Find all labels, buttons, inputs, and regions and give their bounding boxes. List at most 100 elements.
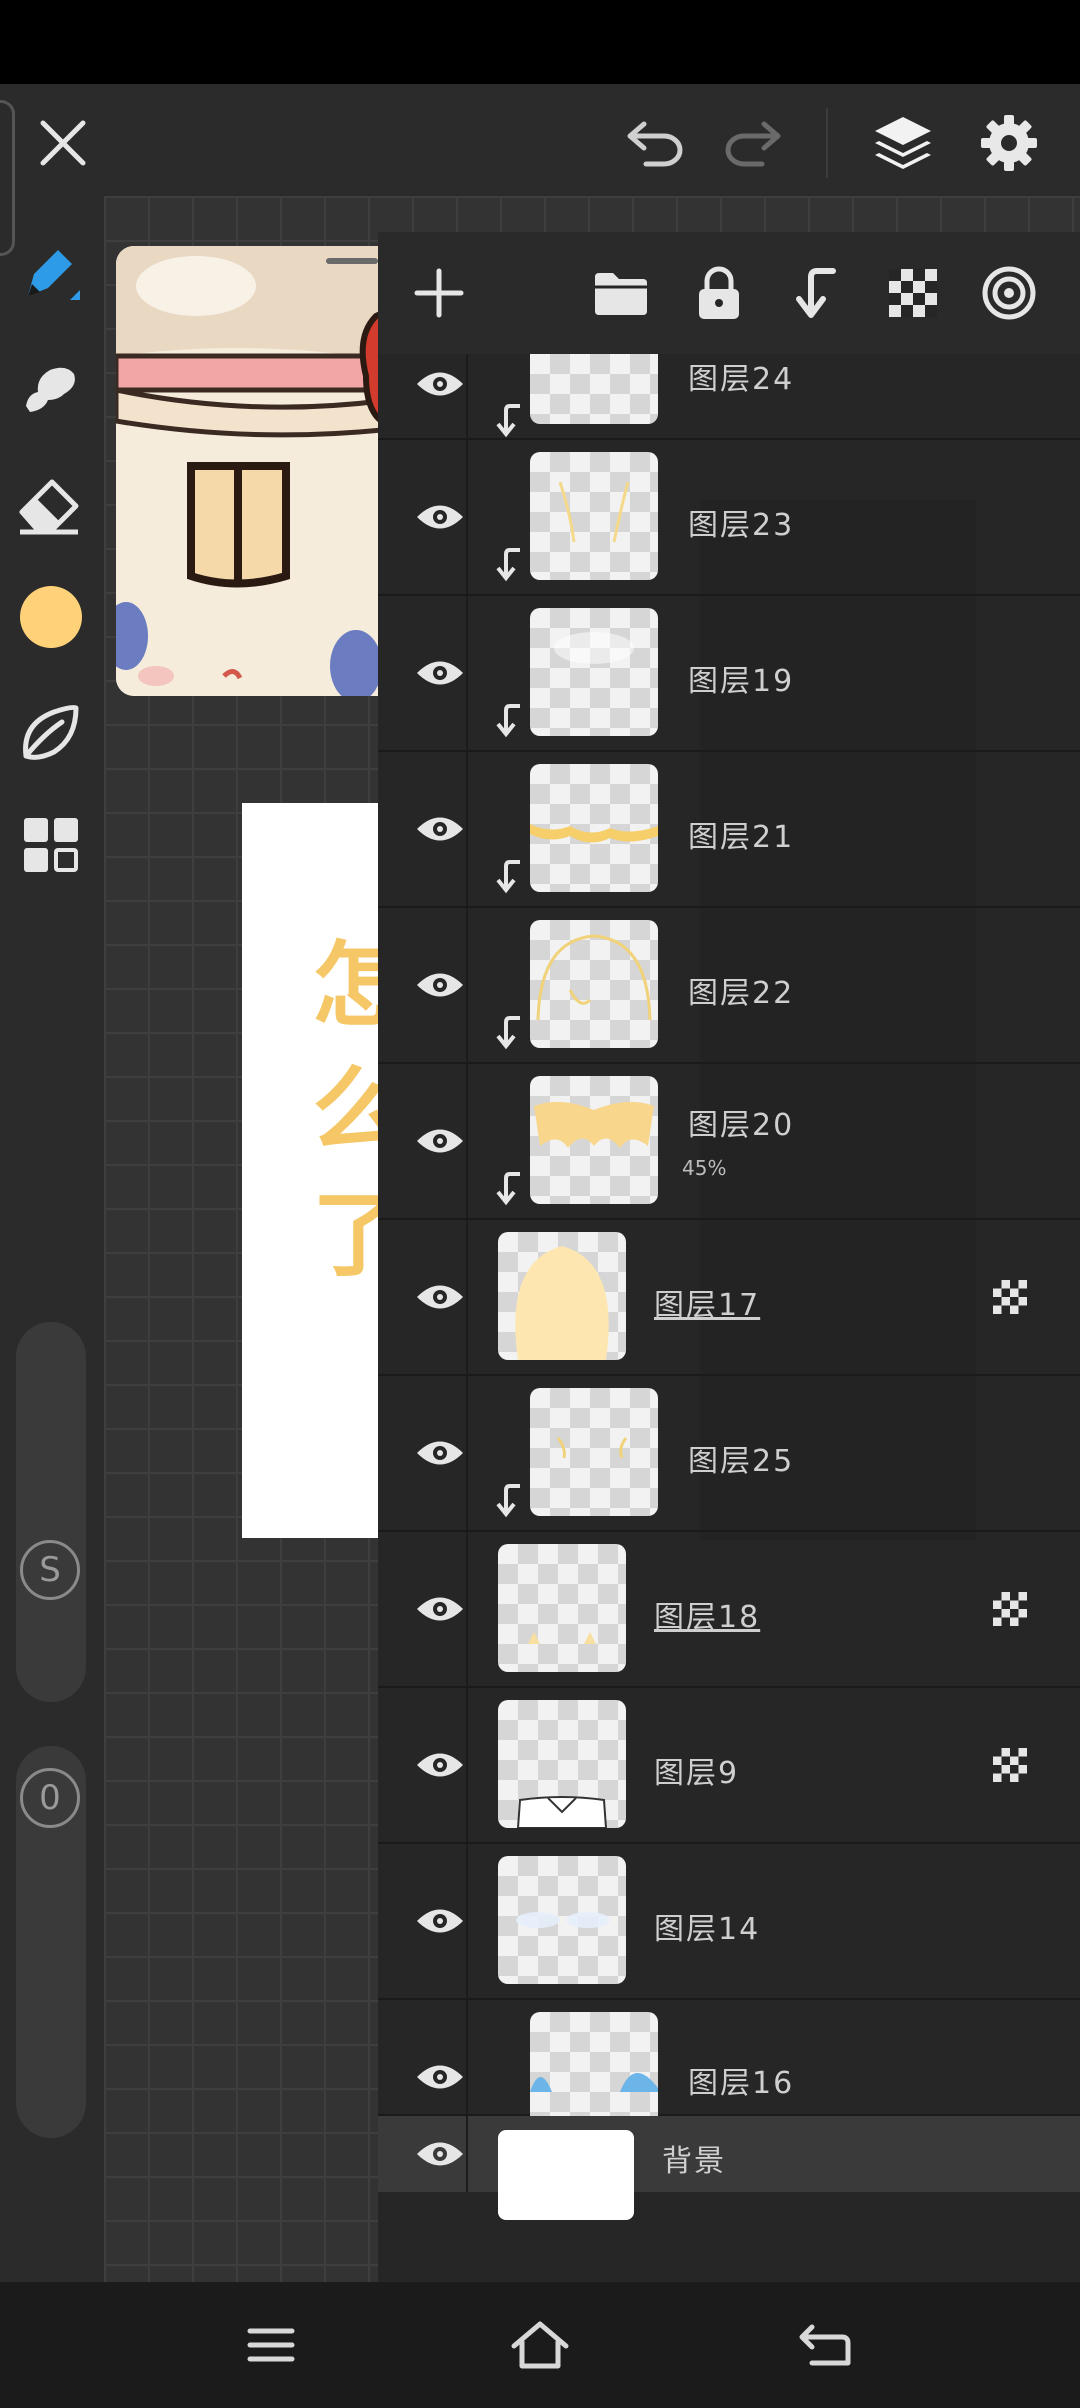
visibility-toggle[interactable]: [398, 801, 482, 857]
visibility-toggle[interactable]: [398, 1581, 482, 1637]
eraser-tool-button[interactable]: [14, 468, 84, 538]
home-icon: [511, 2321, 569, 2369]
layer-name: 图层24: [688, 362, 795, 397]
visibility-toggle[interactable]: [398, 356, 482, 412]
folder-icon: [595, 273, 647, 315]
color-swatch[interactable]: [20, 586, 82, 648]
visibility-toggle[interactable]: [398, 1737, 482, 1793]
eye-icon: [417, 1129, 463, 1153]
layer-row[interactable]: 图层18: [378, 1532, 1080, 1688]
layer-name: 图层25: [688, 1444, 795, 1479]
gallery-button[interactable]: [20, 814, 82, 876]
layer-name: 图层17: [654, 1288, 761, 1323]
plus-icon: [414, 268, 464, 318]
row-divider: [466, 596, 468, 750]
background-thumbnail-bottom: [498, 2192, 634, 2220]
row-divider: [466, 1688, 468, 1842]
layer-row[interactable]: 图层16: [378, 2000, 1080, 2116]
eye-icon: [417, 973, 463, 997]
brush-library-button[interactable]: [14, 698, 84, 768]
layer-row[interactable]: 图层19: [378, 596, 1080, 752]
brush-size-slider[interactable]: [16, 1322, 86, 1702]
layer-thumbnail: [498, 1700, 626, 1828]
eye-icon: [417, 1441, 463, 1465]
reference-image[interactable]: [116, 246, 416, 696]
smudge-tool-button[interactable]: [14, 354, 84, 424]
layer-name: 图层16: [688, 2066, 795, 2101]
undo-button[interactable]: [622, 110, 688, 176]
layer-row[interactable]: 图层9: [378, 1688, 1080, 1844]
layer-name: 图层18: [654, 1600, 761, 1635]
layers-icon: [875, 117, 931, 169]
visibility-toggle[interactable]: [398, 957, 482, 1013]
visibility-toggle[interactable]: [398, 645, 482, 701]
layer-row[interactable]: 图层22: [378, 908, 1080, 1064]
row-divider: [466, 2000, 468, 2114]
layer-row[interactable]: 图层17: [378, 1220, 1080, 1376]
menu-nav-button[interactable]: [236, 2310, 306, 2380]
layers-button[interactable]: [870, 110, 936, 176]
layer-name: 图层9: [654, 1756, 740, 1791]
grid-icon: [24, 818, 78, 872]
target-icon: [982, 266, 1036, 320]
visibility-toggle[interactable]: [398, 1425, 482, 1481]
layer-row-selected[interactable]: 背景: [378, 2116, 1080, 2218]
layer-name: 图层21: [688, 820, 795, 855]
back-nav-button[interactable]: [790, 2310, 860, 2380]
add-layer-button[interactable]: [404, 258, 474, 328]
settings-button[interactable]: [976, 110, 1042, 176]
brush-size-badge: S: [20, 1540, 80, 1600]
visibility-toggle[interactable]: [398, 1113, 482, 1169]
checkerboard-icon: [889, 269, 937, 317]
brush-tool-button[interactable]: [14, 238, 84, 308]
visibility-toggle[interactable]: [398, 1269, 482, 1325]
layer-row[interactable]: 图层25: [378, 1376, 1080, 1532]
layer-row[interactable]: 图层24: [378, 354, 1080, 440]
artwork-text: 怎么了: [312, 932, 382, 1289]
layer-name: 图层22: [688, 976, 795, 1011]
alpha-lock-icon: [993, 1592, 1027, 1626]
gear-icon: [981, 115, 1037, 171]
eye-icon: [417, 2142, 463, 2166]
visibility-toggle[interactable]: [398, 1893, 482, 1949]
reference-layer-button[interactable]: [974, 258, 1044, 328]
layer-row[interactable]: 图层21: [378, 752, 1080, 908]
alpha-lock-icon: [993, 1748, 1027, 1782]
redo-icon: [725, 121, 781, 167]
close-button[interactable]: [30, 110, 96, 176]
panel-drag-handle[interactable]: [326, 258, 378, 264]
layer-row[interactable]: 图层20 45%: [378, 1064, 1080, 1220]
group-layers-button[interactable]: [586, 258, 656, 328]
back-icon: [799, 2324, 851, 2366]
eye-icon: [417, 661, 463, 685]
clip-arrow-icon: [496, 404, 520, 438]
row-divider: [466, 752, 468, 906]
layer-thumbnail: [498, 1856, 626, 1984]
visibility-toggle[interactable]: [398, 2049, 482, 2105]
clipping-mask-button[interactable]: [782, 258, 852, 328]
side-handle[interactable]: [0, 100, 15, 256]
leaf-icon: [23, 705, 79, 760]
eye-icon: [417, 1753, 463, 1777]
layer-thumbnail: [498, 1544, 626, 1672]
visibility-toggle[interactable]: [398, 489, 482, 545]
lock-layer-button[interactable]: [684, 258, 754, 328]
clip-arrow-icon: [496, 704, 520, 738]
artwork-canvas[interactable]: 怎么了: [242, 803, 382, 1538]
visibility-toggle[interactable]: [398, 2126, 482, 2182]
eraser-icon: [19, 479, 79, 535]
layer-thumbnail: [530, 2012, 658, 2116]
alpha-lock-button[interactable]: [878, 258, 948, 328]
redo-button[interactable]: [720, 110, 786, 176]
row-divider: [466, 1220, 468, 1374]
layer-thumbnail: [530, 764, 658, 892]
brush-opacity-badge: 0: [20, 1768, 80, 1828]
layer-row[interactable]: 图层14: [378, 1844, 1080, 2000]
layer-thumbnail: [498, 1232, 626, 1360]
clip-arrow-icon: [496, 860, 520, 894]
row-divider: [466, 354, 468, 438]
layer-row[interactable]: 图层23: [378, 440, 1080, 596]
character-illustration: [116, 246, 416, 696]
layer-thumbnail: [530, 608, 658, 736]
home-nav-button[interactable]: [505, 2310, 575, 2380]
